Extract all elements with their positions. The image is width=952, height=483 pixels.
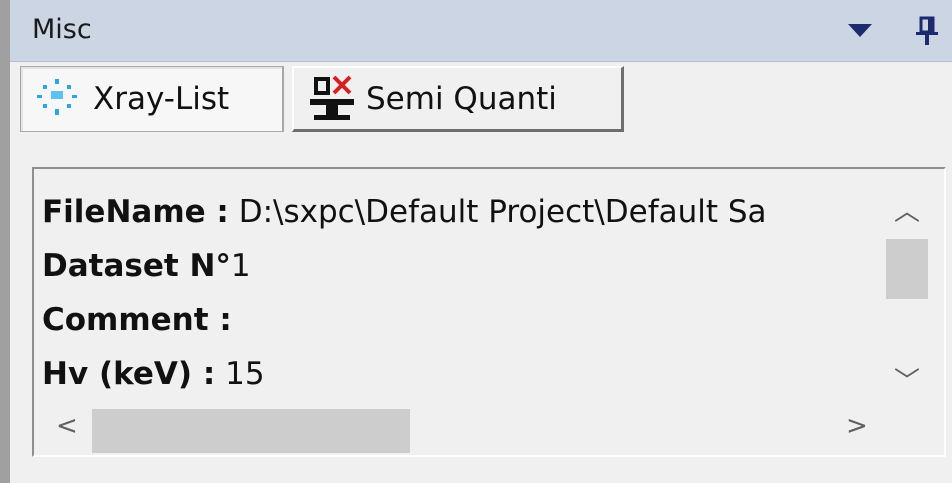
misc-panel: Xray-List Semi Quanti FileName : D:\sxpc… — [10, 62, 952, 483]
dropdown-arrow-icon[interactable] — [848, 24, 872, 37]
scrollbar-corner — [880, 405, 932, 451]
tab-xray-list-label: Xray-List — [93, 81, 230, 117]
scroll-down-icon[interactable]: ﹀ — [894, 369, 920, 395]
comment-row: Comment : — [42, 293, 878, 347]
tab-semi-quanti[interactable]: Semi Quanti — [292, 66, 624, 132]
semi-quanti-icon — [304, 71, 360, 127]
scroll-right-icon[interactable]: > — [846, 413, 868, 439]
scroll-left-icon[interactable]: < — [56, 413, 78, 439]
pin-icon[interactable] — [914, 16, 940, 46]
filename-label: FileName : — [42, 194, 229, 230]
comment-label: Comment : — [42, 302, 232, 338]
hv-row: Hv (keV) : 15 — [42, 347, 878, 401]
panel-title: Misc — [32, 14, 92, 45]
scroll-up-icon[interactable]: ︿ — [894, 199, 920, 225]
window-left-border — [0, 0, 10, 483]
dataset-info-box: FileName : D:\sxpc\Default Project\Defau… — [32, 167, 946, 457]
hv-value: 15 — [225, 356, 265, 392]
dataset-label: Dataset N° — [42, 248, 231, 284]
filename-row: FileName : D:\sxpc\Default Project\Defau… — [42, 185, 878, 239]
tab-xray-list[interactable]: Xray-List — [20, 66, 284, 132]
dataset-info-content: FileName : D:\sxpc\Default Project\Defau… — [42, 185, 878, 405]
horizontal-scroll-thumb[interactable] — [92, 409, 410, 453]
xray-icon — [31, 71, 87, 127]
vertical-scrollbar[interactable]: ︿ ﹀ — [880, 177, 932, 405]
panel-title-bar: Misc — [10, 0, 952, 62]
dataset-row: Dataset N°1 — [42, 239, 878, 293]
vertical-scroll-thumb[interactable] — [886, 239, 928, 299]
hv-label: Hv (keV) : — [42, 356, 216, 392]
dataset-value: 1 — [230, 248, 251, 284]
filename-value: D:\sxpc\Default Project\Default Sa — [238, 194, 767, 230]
horizontal-scrollbar[interactable]: < > — [42, 405, 878, 453]
tab-semi-quanti-label: Semi Quanti — [366, 80, 557, 117]
